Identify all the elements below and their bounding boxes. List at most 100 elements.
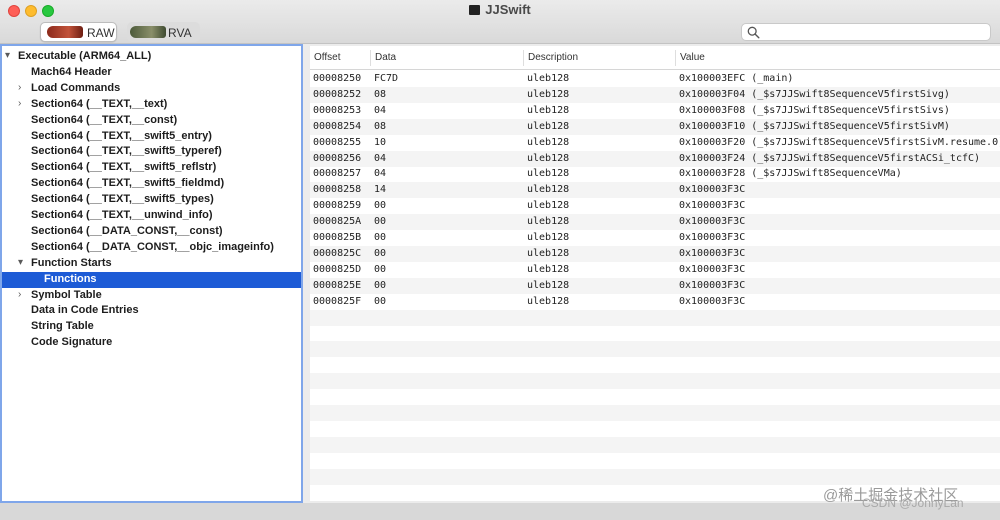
description-cell: uleb128: [527, 279, 570, 291]
tree-item[interactable]: › Symbol Table: [2, 288, 301, 304]
empty-table-row: [310, 373, 1000, 390]
tree-item[interactable]: Section64 (__TEXT,__swift5_typeref): [2, 144, 301, 160]
tree-item[interactable]: Section64 (__DATA_CONST,__objc_imageinfo…: [2, 240, 301, 256]
table-row[interactable]: 00008259 00 uleb128 0x100003F3C: [310, 198, 1000, 214]
tree-item-label: String Table: [31, 320, 94, 333]
tree-item-label: Section64 (__TEXT,__swift5_types): [31, 193, 214, 206]
column-header[interactable]: Description: [528, 52, 578, 66]
data-cell: 00: [374, 200, 387, 212]
data-cell: 04: [374, 104, 387, 116]
tree-item-label: Function Starts: [31, 256, 112, 269]
description-cell: uleb128: [527, 247, 570, 259]
search-input[interactable]: [741, 23, 991, 41]
table-row[interactable]: 00008250 FC7D uleb128 0x100003EFC (_main): [310, 71, 1000, 87]
window-title-text: JJSwift: [485, 2, 531, 17]
description-cell: uleb128: [527, 120, 570, 132]
rva-mode-button[interactable]: RVA: [127, 22, 200, 42]
disclosure-expanded-icon[interactable]: ▾: [5, 50, 10, 61]
data-cell: 08: [374, 120, 387, 132]
value-cell: 0x100003F3C: [679, 200, 746, 212]
table-row[interactable]: 00008252 08 uleb128 0x100003F04 (_$s7JJSwif…: [310, 86, 1000, 103]
raw-mode-button[interactable]: RAW: [40, 22, 117, 42]
table-row[interactable]: 00008256 04 uleb128 0x100003F24 (_$s7JJSwif…: [310, 150, 1000, 167]
tree-item[interactable]: › Section64 (__TEXT,__text): [2, 97, 301, 113]
offset-cell: 00008252: [313, 88, 362, 100]
column-divider[interactable]: [523, 50, 524, 66]
table-row[interactable]: 0000825C 00 uleb128 0x100003F3C: [310, 245, 1000, 262]
table-row[interactable]: 0000825D 00 uleb128 0x100003F3C: [310, 262, 1000, 278]
tree-item[interactable]: Section64 (__TEXT,__unwind_info): [2, 208, 301, 224]
table-row[interactable]: 00008255 10 uleb128 0x100003F20 (_$s7JJSwif…: [310, 135, 1000, 151]
disclosure-collapsed-icon[interactable]: ›: [18, 82, 21, 93]
rva-image-icon: [130, 26, 166, 38]
tree-item-label: Mach64 Header: [31, 65, 112, 78]
tree-item-label: Executable (ARM64_ALL): [18, 50, 152, 62]
column-divider[interactable]: [675, 50, 676, 66]
disclosure-expanded-icon[interactable]: ▾: [18, 257, 23, 268]
data-cell: 10: [374, 136, 387, 148]
data-cell: 08: [374, 88, 387, 100]
empty-table-row: [310, 309, 1000, 326]
data-cell: 14: [374, 184, 387, 196]
tree-item[interactable]: Section64 (__TEXT,__swift5_reflstr): [2, 160, 301, 176]
section-tree-pane: ▾ Executable (ARM64_ALL) Mach64 Header › Loa…: [0, 44, 303, 503]
empty-table-row: [310, 325, 1000, 341]
description-cell: uleb128: [527, 232, 570, 243]
offset-cell: 0000825C: [313, 247, 362, 259]
window-title: JJSwift: [0, 2, 1000, 17]
tree-item[interactable]: Data in Code Entries: [2, 303, 301, 319]
tree-item-label: Section64 (__TEXT,__swift5_typeref): [31, 145, 222, 158]
app-window: JJSwift RAW RVA ▾ Executable (ARM64_ALL) M…: [0, 0, 1000, 520]
tree-item[interactable]: String Table: [2, 319, 301, 335]
offset-cell: 00008257: [313, 168, 362, 180]
disclosure-collapsed-icon[interactable]: ›: [18, 289, 21, 300]
tree-item-label: Section64 (__TEXT,__swift5_reflstr): [31, 161, 217, 174]
table-row[interactable]: 0000825A 00 uleb128 0x100003F3C: [310, 214, 1000, 231]
column-divider[interactable]: [370, 50, 371, 66]
table-row[interactable]: 0000825E 00 uleb128 0x100003F3C: [310, 277, 1000, 294]
table-row[interactable]: 00008258 14 uleb128 0x100003F3C: [310, 182, 1000, 199]
table-header: Offset Data Description Value: [310, 46, 1000, 70]
empty-table-row: [310, 389, 1000, 405]
tree-item-label: Section64 (__TEXT,__swift5_fieldmd): [31, 177, 225, 190]
description-cell: uleb128: [527, 104, 570, 116]
empty-table-row: [310, 357, 1000, 373]
tree-item[interactable]: › Load Commands: [2, 81, 301, 97]
value-cell: 0x100003F08 (_$s7JJSwift8SequenceV5first…: [679, 104, 950, 116]
column-header[interactable]: Offset: [314, 52, 341, 66]
tree-item-label: Section64 (__TEXT,__const): [31, 113, 178, 126]
tree-item-label: Data in Code Entries: [31, 304, 139, 317]
table-row[interactable]: 0000825F 00 uleb128 0x100003F3C: [310, 294, 1000, 310]
offset-cell: 0000825F: [313, 295, 362, 307]
tree-item[interactable]: ▾ Executable (ARM64_ALL): [2, 49, 301, 65]
tree-item[interactable]: Code Signature: [2, 335, 301, 351]
tree-item[interactable]: Section64 (__TEXT,__const): [2, 113, 301, 129]
tree-item[interactable]: Functions: [2, 271, 301, 288]
table-row[interactable]: 00008254 08 uleb128 0x100003F10 (_$s7JJSwif…: [310, 118, 1000, 135]
raw-mode-label: RAW: [87, 26, 115, 40]
tree-item-label: Section64 (__TEXT,__swift5_entry): [31, 129, 212, 142]
data-cell: 00: [374, 263, 387, 275]
tree-item[interactable]: Mach64 Header: [2, 65, 301, 81]
tree-item-label: Functions: [44, 272, 97, 285]
tree-item[interactable]: Section64 (__TEXT,__swift5_types): [2, 192, 301, 208]
tree-item[interactable]: Section64 (__DATA_CONST,__const): [2, 224, 301, 240]
title-bar: JJSwift RAW RVA: [0, 0, 1000, 44]
column-header[interactable]: Value: [680, 52, 705, 66]
description-cell: uleb128: [527, 216, 570, 228]
tree-item[interactable]: ▾ Function Starts: [2, 256, 301, 272]
description-cell: uleb128: [527, 184, 570, 196]
column-header[interactable]: Data: [375, 52, 396, 66]
app-document-icon: [469, 5, 481, 15]
table-row[interactable]: 00008253 04 uleb128 0x100003F08 (_$s7JJSwif…: [310, 103, 1000, 119]
tree-item-label: Symbol Table: [31, 288, 102, 301]
disclosure-collapsed-icon[interactable]: ›: [18, 98, 21, 109]
tree-item[interactable]: Section64 (__TEXT,__swift5_fieldmd): [2, 176, 301, 192]
description-cell: uleb128: [527, 200, 570, 212]
value-cell: 0x100003F3C: [679, 247, 746, 259]
table-row[interactable]: 0000825B 00 uleb128 0x100003F3C: [310, 230, 1000, 246]
tree-item[interactable]: Section64 (__TEXT,__swift5_entry): [2, 129, 301, 145]
raw-image-icon: [47, 26, 83, 38]
table-row[interactable]: 00008257 04 uleb128 0x100003F28 (_$s7JJSwif…: [310, 166, 1000, 182]
empty-table-row: [310, 341, 1000, 358]
